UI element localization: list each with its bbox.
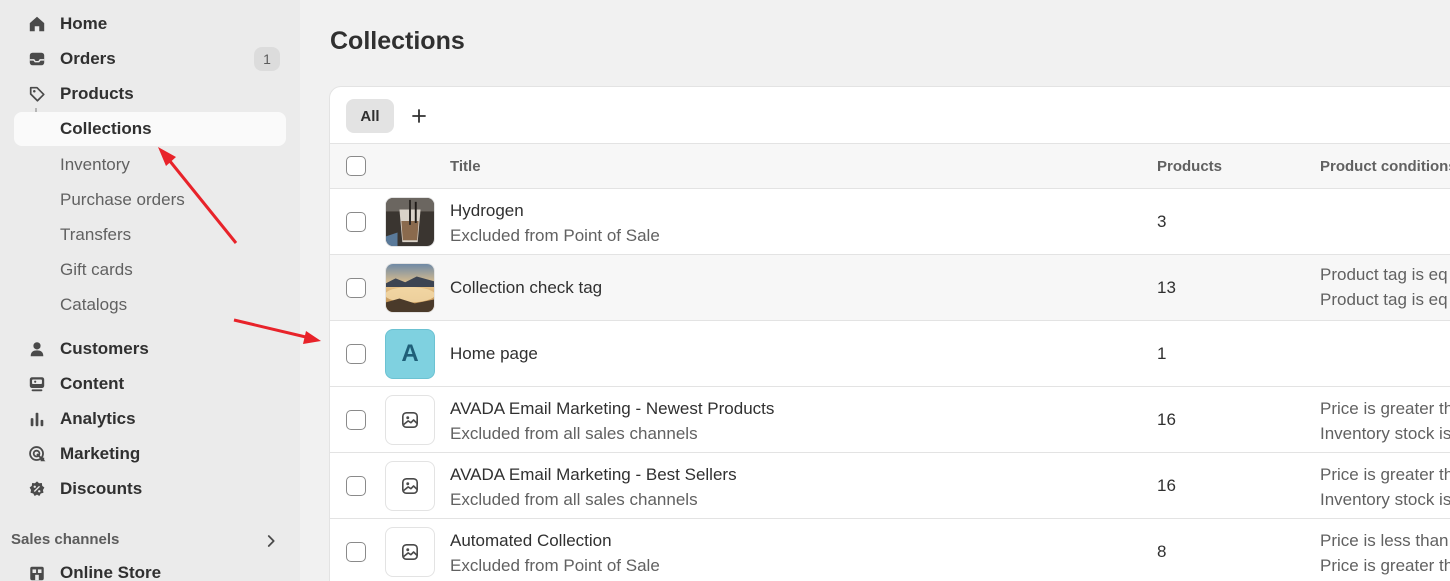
row-checkbox[interactable] — [346, 476, 366, 496]
sidebar-item-label: Analytics — [60, 409, 136, 428]
collection-subtitle: Excluded from all sales channels — [450, 490, 698, 509]
image-placeholder-icon — [401, 411, 419, 429]
chevron-right-icon[interactable] — [262, 532, 280, 550]
sidebar-item-analytics[interactable]: Analytics — [14, 402, 286, 436]
drink-photo-icon — [386, 198, 434, 246]
table-header: Title Products Product conditions — [330, 144, 1450, 189]
discount-icon — [29, 481, 45, 497]
sidebar-item-gift-cards[interactable]: Gift cards — [60, 260, 133, 280]
home-icon — [29, 16, 45, 32]
product-condition: Product tag is eq — [1320, 290, 1448, 309]
sidebar-item-transfers[interactable]: Transfers — [60, 225, 131, 245]
view-tabs: All — [330, 87, 1450, 144]
sidebar-item-label: Home — [60, 14, 108, 33]
collection-title[interactable]: AVADA Email Marketing - Newest Products — [450, 399, 774, 419]
product-condition: Price is greater th — [1320, 465, 1450, 484]
product-count: 8 — [1157, 542, 1167, 561]
table-row[interactable]: AVADA Email Marketing - Best Sellers Exc… — [330, 453, 1450, 519]
row-checkbox[interactable] — [346, 278, 366, 298]
sidebar-item-products[interactable]: Products — [14, 77, 286, 111]
collections-card: All Title Products Product conditions Hy… — [329, 86, 1450, 581]
collection-image-placeholder — [385, 527, 435, 577]
table-row[interactable]: AVADA Email Marketing - Newest Products … — [330, 387, 1450, 453]
table-row[interactable]: Hydrogen Excluded from Point of Sale 3 — [330, 189, 1450, 255]
collection-letter-avatar: A — [385, 329, 435, 379]
sidebar-item-label: Orders — [60, 49, 116, 68]
product-count: 1 — [1157, 344, 1167, 363]
column-title[interactable]: Title — [450, 158, 481, 175]
sidebar-item-marketing[interactable]: Marketing — [14, 437, 286, 471]
collection-title[interactable]: Collection check tag — [450, 278, 602, 298]
product-count: 13 — [1157, 278, 1176, 297]
image-placeholder-icon — [401, 543, 419, 561]
plus-icon — [412, 109, 426, 123]
tag-icon — [29, 86, 45, 102]
row-checkbox[interactable] — [346, 212, 366, 232]
tab-all[interactable]: All — [346, 99, 394, 133]
collection-title[interactable]: Home page — [450, 344, 538, 364]
page-title: Collections — [330, 27, 465, 55]
table-row[interactable]: Collection check tag 13 Product tag is e… — [330, 255, 1450, 321]
collection-image-placeholder — [385, 461, 435, 511]
product-condition: Price is greater th — [1320, 399, 1450, 418]
sidebar-item-online-store[interactable]: Online Store — [14, 556, 286, 581]
product-condition: Inventory stock is — [1320, 490, 1450, 509]
sidebar-item-label: Customers — [60, 339, 149, 358]
sidebar-item-label: Products — [60, 84, 134, 103]
sidebar-item-label: Collections — [60, 119, 152, 138]
table-row[interactable]: A Home page 1 — [330, 321, 1450, 387]
collection-title[interactable]: Hydrogen — [450, 201, 524, 221]
inbox-icon — [29, 52, 45, 66]
image-placeholder-icon — [401, 477, 419, 495]
product-condition: Price is greater th — [1320, 556, 1450, 575]
sidebar-item-home[interactable]: Home — [14, 7, 286, 41]
row-checkbox[interactable] — [346, 344, 366, 364]
collection-subtitle: Excluded from Point of Sale — [450, 556, 660, 575]
landscape-photo-icon — [386, 264, 434, 312]
store-icon — [30, 566, 44, 581]
product-count: 16 — [1157, 410, 1176, 429]
product-count: 3 — [1157, 212, 1167, 231]
orders-count-badge: 1 — [254, 47, 280, 71]
collection-title[interactable]: AVADA Email Marketing - Best Sellers — [450, 465, 737, 485]
table-row[interactable]: Automated Collection Excluded from Point… — [330, 519, 1450, 581]
collection-image — [385, 263, 435, 313]
content-icon — [29, 377, 45, 392]
select-all-checkbox[interactable] — [346, 156, 366, 176]
product-condition: Inventory stock is — [1320, 424, 1450, 443]
sidebar-item-orders[interactable]: Orders 1 — [14, 42, 286, 76]
sidebar-item-discounts[interactable]: Discounts — [14, 472, 286, 506]
collection-image — [385, 197, 435, 247]
sidebar-item-catalogs[interactable]: Catalogs — [60, 295, 127, 315]
sidebar-item-purchase-orders[interactable]: Purchase orders — [60, 190, 185, 210]
bar-chart-icon — [30, 412, 44, 427]
product-count: 16 — [1157, 476, 1176, 495]
person-icon — [30, 342, 44, 357]
collection-image-placeholder — [385, 395, 435, 445]
sidebar-item-inventory[interactable]: Inventory — [60, 155, 130, 175]
sidebar-item-label: Marketing — [60, 444, 141, 463]
product-condition: Price is less than — [1320, 531, 1449, 550]
collection-subtitle: Excluded from Point of Sale — [450, 226, 660, 245]
sidebar-item-customers[interactable]: Customers — [14, 332, 286, 366]
sidebar: Home Orders 1 Products Collections Inven… — [0, 0, 300, 581]
row-checkbox[interactable] — [346, 542, 366, 562]
column-products[interactable]: Products — [1157, 158, 1222, 175]
sales-channels-heading[interactable]: Sales channels — [11, 531, 119, 548]
sidebar-item-collections[interactable]: Collections — [14, 112, 286, 146]
sidebar-item-label: Online Store — [60, 563, 162, 581]
add-view-button[interactable] — [408, 99, 430, 133]
sidebar-item-label: Discounts — [60, 479, 143, 498]
sidebar-item-label: Content — [60, 374, 125, 393]
column-product-conditions[interactable]: Product conditions — [1320, 158, 1450, 175]
collection-title[interactable]: Automated Collection — [450, 531, 612, 551]
row-checkbox[interactable] — [346, 410, 366, 430]
sidebar-item-content[interactable]: Content — [14, 367, 286, 401]
collection-subtitle: Excluded from all sales channels — [450, 424, 698, 443]
target-icon — [29, 446, 46, 462]
product-condition: Product tag is eq — [1320, 265, 1448, 284]
